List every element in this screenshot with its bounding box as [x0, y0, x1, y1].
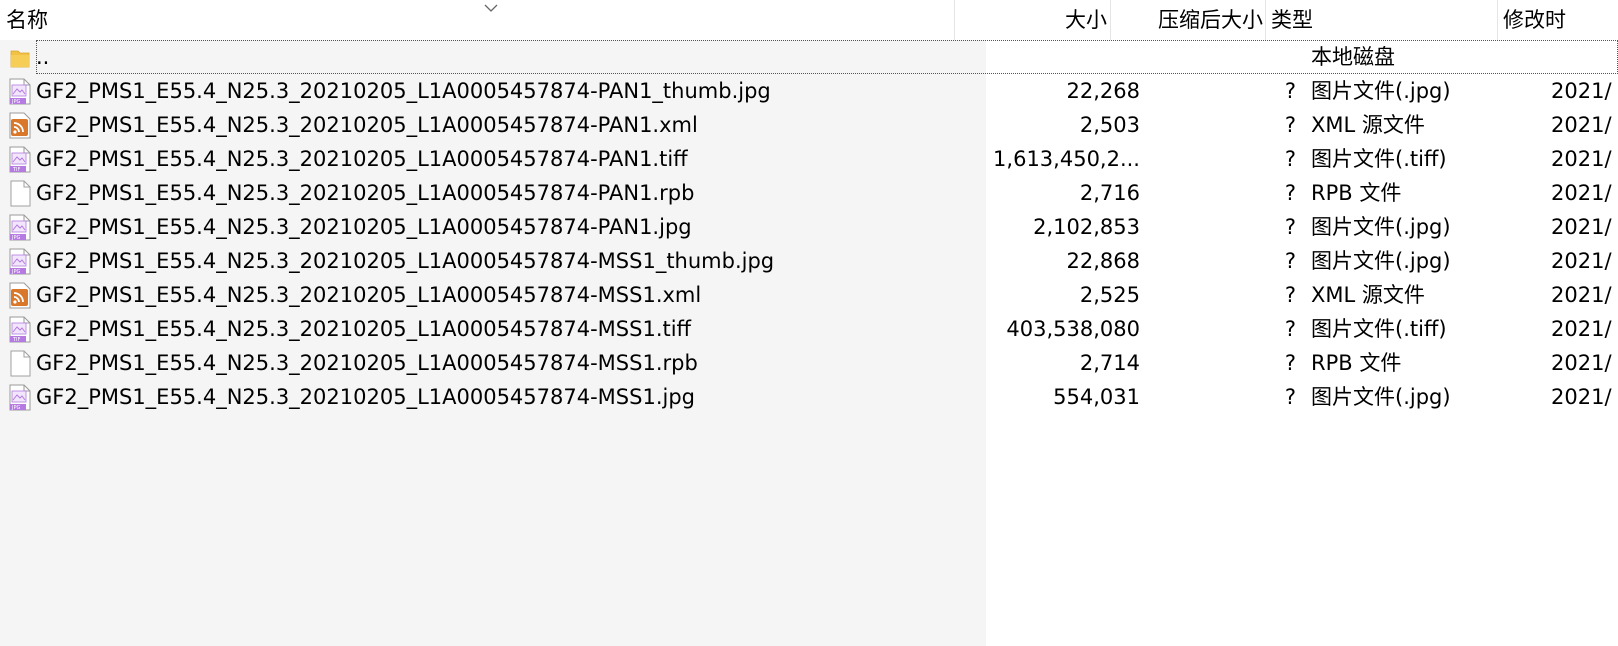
file-type: 图片文件(.tiff) [1311, 147, 1447, 171]
svg-text:JPG: JPG [11, 269, 20, 275]
file-name: GF2_PMS1_E55.4_N25.3_20210205_L1A0005457… [36, 113, 698, 137]
file-size: 22,868 [1066, 249, 1140, 273]
file-row[interactable]: JPG GF2_PMS1_E55.4_N25.3_20210205_L1A0005… [0, 74, 1618, 109]
sort-chevron-down-icon [484, 4, 498, 12]
file-compressed-size: ? [1284, 385, 1296, 409]
column-divider[interactable] [1265, 0, 1266, 40]
file-name: GF2_PMS1_E55.4_N25.3_20210205_L1A0005457… [36, 79, 771, 103]
file-row[interactable]: TIF GF2_PMS1_E55.4_N25.3_20210205_L1A0005… [0, 142, 1618, 177]
file-modified: 2021/ [1551, 385, 1612, 409]
parent-directory-type: 本地磁盘 [1311, 45, 1395, 69]
file-size: 2,714 [1079, 351, 1140, 375]
file-modified: 2021/ [1551, 249, 1612, 273]
file-modified: 2021/ [1551, 283, 1612, 307]
file-type: RPB 文件 [1311, 351, 1402, 375]
svg-text:JPG: JPG [11, 99, 20, 105]
file-name: GF2_PMS1_E55.4_N25.3_20210205_L1A0005457… [36, 147, 688, 171]
tif-image-icon: TIF [8, 146, 32, 173]
jpg-image-icon: JPG [8, 384, 32, 411]
blank-file-icon [8, 350, 32, 377]
column-header-compressed[interactable]: 压缩后大小 [1112, 0, 1263, 40]
file-compressed-size: ? [1284, 181, 1296, 205]
file-name: GF2_PMS1_E55.4_N25.3_20210205_L1A0005457… [36, 215, 692, 239]
file-compressed-size: ? [1284, 351, 1296, 375]
jpg-image-icon: JPG [8, 248, 32, 275]
column-header-size[interactable]: 大小 [956, 0, 1107, 40]
file-row[interactable]: GF2_PMS1_E55.4_N25.3_20210205_L1A0005457… [0, 176, 1618, 211]
file-modified: 2021/ [1551, 215, 1612, 239]
jpg-image-icon: JPG [8, 78, 32, 105]
column-header-name[interactable]: 名称 [6, 0, 476, 40]
file-compressed-size: ? [1284, 113, 1296, 137]
svg-text:TIF: TIF [12, 337, 21, 343]
file-size: 22,268 [1066, 79, 1140, 103]
column-header-type[interactable]: 类型 [1271, 0, 1496, 40]
file-size: 2,525 [1079, 283, 1140, 307]
folder-icon [8, 44, 32, 71]
file-size: 403,538,080 [1006, 317, 1140, 341]
file-name: GF2_PMS1_E55.4_N25.3_20210205_L1A0005457… [36, 317, 692, 341]
file-type: 图片文件(.jpg) [1311, 215, 1451, 239]
file-modified: 2021/ [1551, 181, 1612, 205]
jpg-image-icon: JPG [8, 214, 32, 241]
file-type: 图片文件(.jpg) [1311, 385, 1451, 409]
file-size: 2,503 [1079, 113, 1140, 137]
file-type: 图片文件(.jpg) [1311, 249, 1451, 273]
file-name: GF2_PMS1_E55.4_N25.3_20210205_L1A0005457… [36, 283, 702, 307]
file-compressed-size: ? [1284, 79, 1296, 103]
svg-text:JPG: JPG [11, 405, 20, 411]
column-header-modified[interactable]: 修改时 [1503, 0, 1618, 40]
file-name: GF2_PMS1_E55.4_N25.3_20210205_L1A0005457… [36, 249, 775, 273]
file-size: 2,716 [1079, 181, 1140, 205]
file-compressed-size: ? [1284, 215, 1296, 239]
svg-text:TIF: TIF [12, 167, 21, 173]
file-type: XML 源文件 [1311, 283, 1425, 307]
file-modified: 2021/ [1551, 79, 1612, 103]
column-divider[interactable] [954, 0, 955, 40]
file-type: XML 源文件 [1311, 113, 1425, 137]
file-modified: 2021/ [1551, 147, 1612, 171]
file-name: GF2_PMS1_E55.4_N25.3_20210205_L1A0005457… [36, 385, 695, 409]
file-size: 1,613,450,2... [993, 147, 1140, 171]
file-size: 2,102,853 [1033, 215, 1140, 239]
file-name: GF2_PMS1_E55.4_N25.3_20210205_L1A0005457… [36, 351, 698, 375]
parent-directory-row[interactable]: .. 本地磁盘 [0, 40, 1618, 75]
file-row[interactable]: TIF GF2_PMS1_E55.4_N25.3_20210205_L1A0005… [0, 312, 1618, 347]
svg-text:JPG: JPG [11, 235, 20, 241]
file-compressed-size: ? [1284, 249, 1296, 273]
file-type: 图片文件(.jpg) [1311, 79, 1451, 103]
file-type: 图片文件(.tiff) [1311, 317, 1447, 341]
file-row[interactable]: JPG GF2_PMS1_E55.4_N25.3_20210205_L1A0005… [0, 210, 1618, 245]
parent-directory-name: .. [36, 45, 50, 69]
file-row[interactable]: GF2_PMS1_E55.4_N25.3_20210205_L1A0005457… [0, 346, 1618, 381]
xml-rss-icon [8, 112, 32, 139]
file-row[interactable]: JPG GF2_PMS1_E55.4_N25.3_20210205_L1A0005… [0, 380, 1618, 415]
file-row[interactable]: JPG GF2_PMS1_E55.4_N25.3_20210205_L1A0005… [0, 244, 1618, 279]
file-row[interactable]: GF2_PMS1_E55.4_N25.3_20210205_L1A0005457… [0, 108, 1618, 143]
column-divider[interactable] [1110, 0, 1111, 40]
file-name: GF2_PMS1_E55.4_N25.3_20210205_L1A0005457… [36, 181, 695, 205]
column-divider[interactable] [1497, 0, 1498, 40]
column-header-row: 名称 大小 压缩后大小 类型 修改时 [0, 0, 1618, 40]
file-modified: 2021/ [1551, 351, 1612, 375]
file-modified: 2021/ [1551, 113, 1612, 137]
file-compressed-size: ? [1284, 317, 1296, 341]
blank-file-icon [8, 180, 32, 207]
file-compressed-size: ? [1284, 283, 1296, 307]
file-size: 554,031 [1053, 385, 1140, 409]
file-compressed-size: ? [1284, 147, 1296, 171]
file-modified: 2021/ [1551, 317, 1612, 341]
xml-rss-icon [8, 282, 32, 309]
file-row[interactable]: GF2_PMS1_E55.4_N25.3_20210205_L1A0005457… [0, 278, 1618, 313]
file-type: RPB 文件 [1311, 181, 1402, 205]
tif-image-icon: TIF [8, 316, 32, 343]
